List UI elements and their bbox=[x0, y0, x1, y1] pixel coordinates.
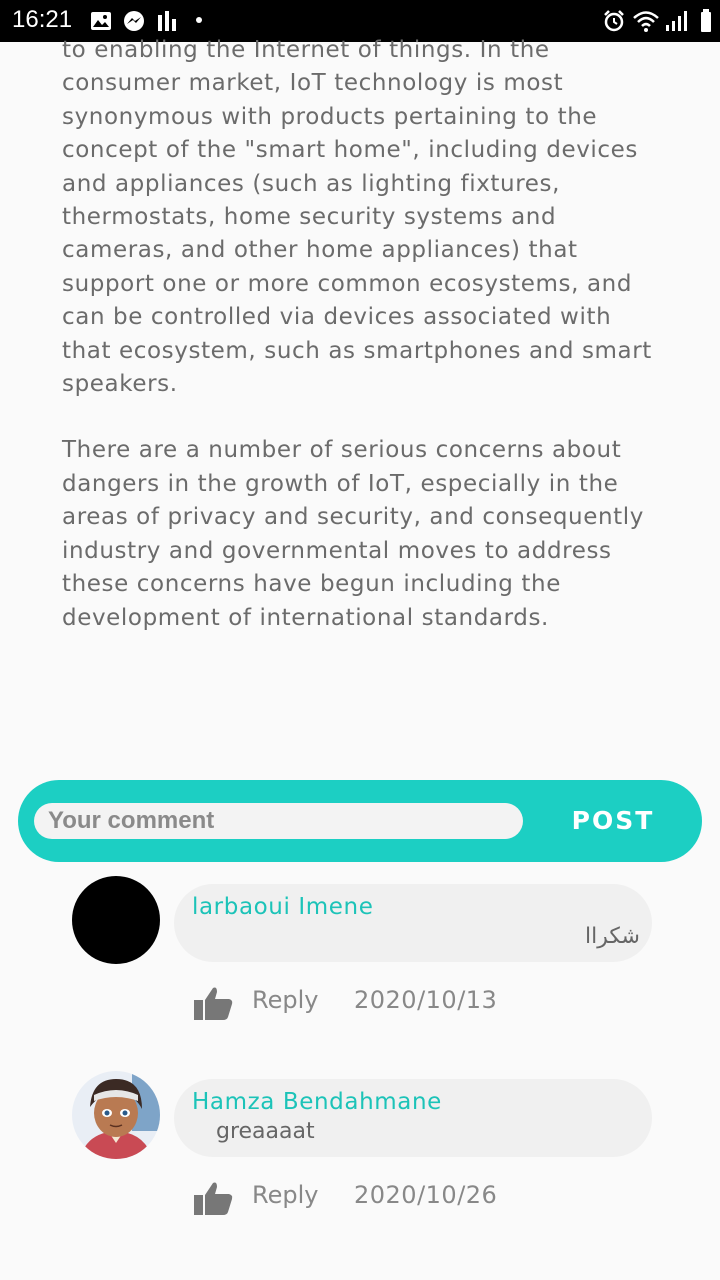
comment-date: 2020/10/26 bbox=[354, 1181, 498, 1209]
notification-dot-icon bbox=[196, 17, 202, 23]
comment-date: 2020/10/13 bbox=[354, 986, 498, 1014]
comment-author[interactable]: Hamza Bendahmane bbox=[192, 1089, 442, 1115]
avatar[interactable] bbox=[72, 1071, 160, 1159]
comment-bar: POST bbox=[18, 780, 702, 862]
reply-button[interactable]: Reply bbox=[252, 1181, 318, 1209]
battery-icon bbox=[701, 9, 711, 32]
wifi-icon bbox=[633, 11, 659, 32]
article-body: to enabling the Internet of things. In t… bbox=[62, 34, 662, 668]
status-time: 16:21 bbox=[12, 6, 73, 33]
thumbs-up-icon[interactable] bbox=[192, 1179, 234, 1217]
comment-text: greaaaat bbox=[216, 1119, 315, 1144]
alarm-icon bbox=[604, 10, 624, 32]
reply-button[interactable]: Reply bbox=[252, 986, 318, 1014]
avatar[interactable] bbox=[72, 876, 160, 964]
data-icon bbox=[158, 11, 176, 31]
article-paragraph: There are a number of serious concerns a… bbox=[62, 437, 644, 631]
article-paragraph: to enabling the Internet of things. In t… bbox=[62, 37, 652, 398]
comment-author[interactable]: larbaoui Imene bbox=[192, 894, 373, 920]
comment-bubble: larbaoui Imene شكراا bbox=[174, 884, 652, 962]
comment-input[interactable] bbox=[34, 803, 523, 839]
thumbs-up-icon[interactable] bbox=[192, 984, 234, 1022]
messenger-icon bbox=[124, 11, 144, 31]
avatar-image bbox=[72, 1071, 160, 1159]
comment-bubble: Hamza Bendahmane greaaaat bbox=[174, 1079, 652, 1157]
comment-text: شكراا bbox=[585, 924, 640, 949]
gallery-icon bbox=[91, 12, 111, 30]
signal-icon bbox=[666, 11, 687, 31]
post-button[interactable]: POST bbox=[558, 800, 668, 842]
